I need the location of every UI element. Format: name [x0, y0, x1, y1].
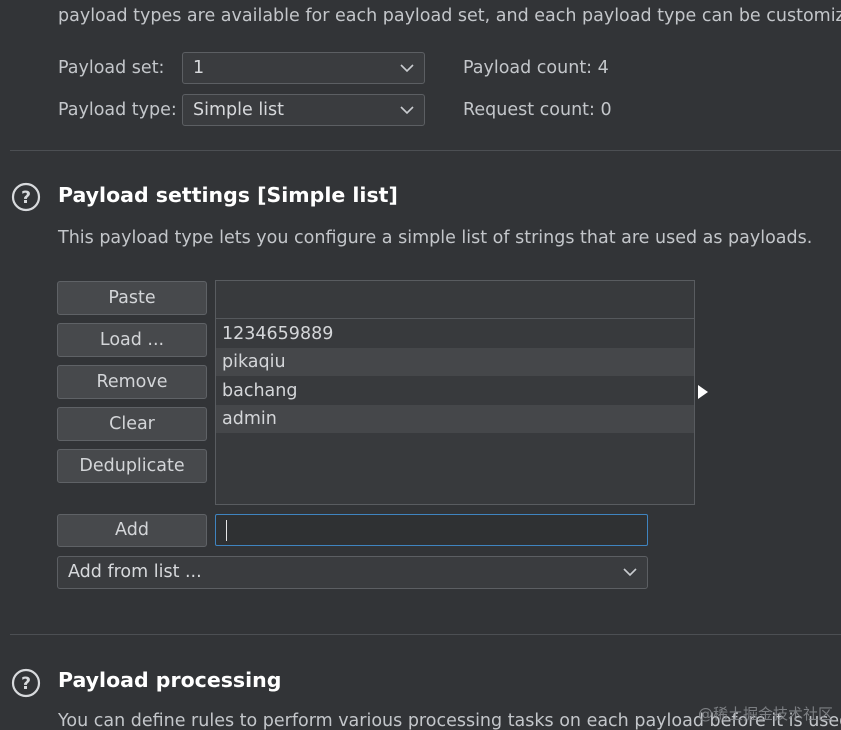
payload-count-label-text: Payload count:	[463, 58, 593, 78]
chevron-down-icon	[400, 106, 414, 115]
list-item[interactable]: admin	[216, 405, 694, 433]
request-count-label: Request count: 0	[463, 100, 612, 120]
section-divider	[10, 150, 841, 151]
clear-button[interactable]: Clear	[57, 407, 207, 441]
remove-button[interactable]: Remove	[57, 365, 207, 399]
intro-text: payload types are available for each pay…	[58, 6, 841, 26]
payload-type-label: Payload type:	[58, 100, 177, 120]
request-count-label-text: Request count:	[463, 100, 595, 120]
help-icon[interactable]: ?	[11, 668, 41, 698]
payload-list-header	[216, 281, 694, 319]
chevron-down-icon	[623, 568, 637, 577]
chevron-down-icon	[400, 64, 414, 73]
load-button[interactable]: Load ...	[57, 323, 207, 357]
text-caret	[226, 520, 227, 541]
svg-text:?: ?	[21, 674, 31, 694]
payload-settings-description: This payload type lets you configure a s…	[58, 228, 813, 248]
svg-text:?: ?	[21, 188, 31, 208]
payload-set-label: Payload set:	[58, 58, 165, 78]
payload-count-label: Payload count: 4	[463, 58, 609, 78]
add-from-list-select[interactable]: Add from list ...	[57, 556, 648, 589]
help-icon[interactable]: ?	[11, 182, 41, 212]
list-item[interactable]: bachang	[216, 377, 694, 405]
paste-button[interactable]: Paste	[57, 281, 207, 315]
request-count-value: 0	[600, 100, 612, 120]
add-from-list-value: Add from list ...	[68, 562, 202, 582]
payload-type-select[interactable]: Simple list	[182, 94, 425, 126]
section-divider	[10, 634, 841, 635]
expand-arrow-icon[interactable]	[697, 384, 709, 400]
payload-set-select[interactable]: 1	[182, 52, 425, 84]
list-item[interactable]: pikaqiu	[216, 348, 694, 376]
payload-count-value: 4	[597, 58, 609, 78]
add-payload-input[interactable]	[215, 514, 648, 546]
payload-processing-title: Payload processing	[58, 668, 282, 692]
payload-set-value: 1	[193, 58, 205, 78]
payload-list[interactable]: 1234659889 pikaqiu bachang admin	[215, 280, 695, 505]
deduplicate-button[interactable]: Deduplicate	[57, 449, 207, 483]
payload-settings-title: Payload settings [Simple list]	[58, 183, 398, 207]
payload-type-value: Simple list	[193, 100, 285, 120]
watermark: @稀土掘金技术社区	[697, 705, 833, 723]
list-item[interactable]: 1234659889	[216, 320, 694, 348]
intruder-payloads-panel: payload types are available for each pay…	[0, 0, 841, 730]
add-button[interactable]: Add	[57, 514, 207, 547]
